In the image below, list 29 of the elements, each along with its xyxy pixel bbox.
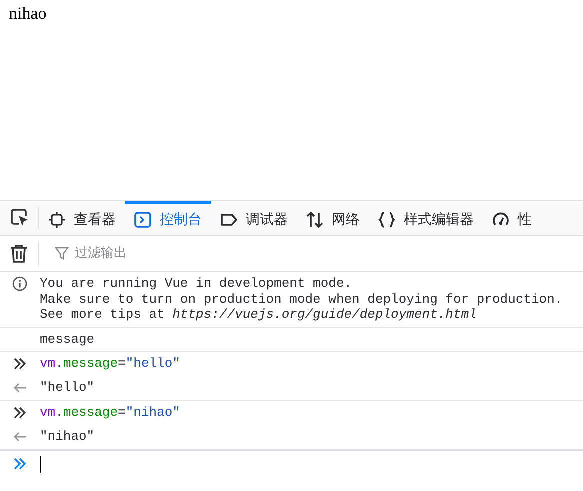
log-message: Make sure to turn on production mode when deploying for production. [40,292,563,307]
devtools-tab[interactable]: 查看器 [39,201,125,235]
devtools-tab[interactable]: 控制台 [125,201,211,235]
crosshair-icon [48,210,66,228]
page-text: nihao [9,4,47,24]
devtools-tab[interactable]: 调试器 [211,201,297,235]
trash-icon[interactable] [10,244,28,264]
funnel-icon [55,246,69,260]
up-down-arrows-icon [306,210,324,228]
filter-field[interactable]: 过滤输出 [73,245,197,262]
input-chevron-icon [12,405,28,421]
console-result: "hello" [40,380,95,396]
log-message: message [40,332,95,347]
devtools-tab[interactable]: 网络 [297,201,369,235]
info-icon [12,276,28,292]
devtools-tab[interactable]: 样式编辑器 [369,201,483,235]
console-result: "nihao" [40,429,95,445]
gauge-icon [492,210,510,228]
log-message: See more tips at https://vuejs.org/guide/deployment.html [40,307,478,322]
code-line: vm.message="nihao" [40,405,180,421]
prompt-chevron-icon [12,456,28,472]
devtools-tab[interactable]: 性 [483,201,541,235]
log-message: You are running Vue in development mode. [40,276,354,292]
input-chevron-icon [12,356,28,372]
braces-icon [378,210,396,228]
console-icon [134,210,152,228]
code-line: vm.message="hello" [40,356,180,372]
element-picker-icon[interactable] [10,208,30,228]
text-cursor [40,456,41,472]
